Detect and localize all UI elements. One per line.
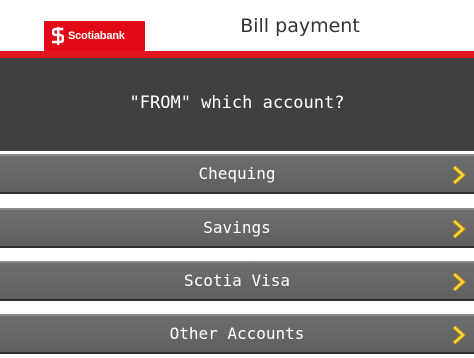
chevron-right-icon — [452, 165, 466, 185]
option-label: Scotia Visa — [184, 271, 290, 290]
atm-screen: Scotiabank Bill payment "FROM" which acc… — [0, 0, 474, 358]
option-chequing[interactable]: Chequing — [0, 154, 474, 194]
chevron-right-icon — [452, 325, 466, 345]
chevron-right-icon — [452, 272, 466, 292]
option-other-accounts[interactable]: Other Accounts — [0, 314, 474, 354]
scotiabank-s-icon — [52, 27, 64, 45]
header: Scotiabank Bill payment — [0, 0, 474, 54]
chevron-right-icon — [452, 219, 466, 239]
option-label: Other Accounts — [169, 324, 305, 343]
option-label: Chequing — [198, 164, 276, 183]
header-divider — [0, 51, 474, 58]
option-label: Savings — [203, 218, 271, 237]
prompt-panel: "FROM" which account? — [0, 58, 474, 151]
brand-name: Scotiabank — [68, 30, 125, 42]
prompt-text: "FROM" which account? — [129, 93, 345, 113]
scotiabank-logo: Scotiabank — [44, 21, 145, 51]
option-savings[interactable]: Savings — [0, 208, 474, 248]
page-title: Bill payment — [240, 15, 360, 37]
option-scotia-visa[interactable]: Scotia Visa — [0, 261, 474, 301]
